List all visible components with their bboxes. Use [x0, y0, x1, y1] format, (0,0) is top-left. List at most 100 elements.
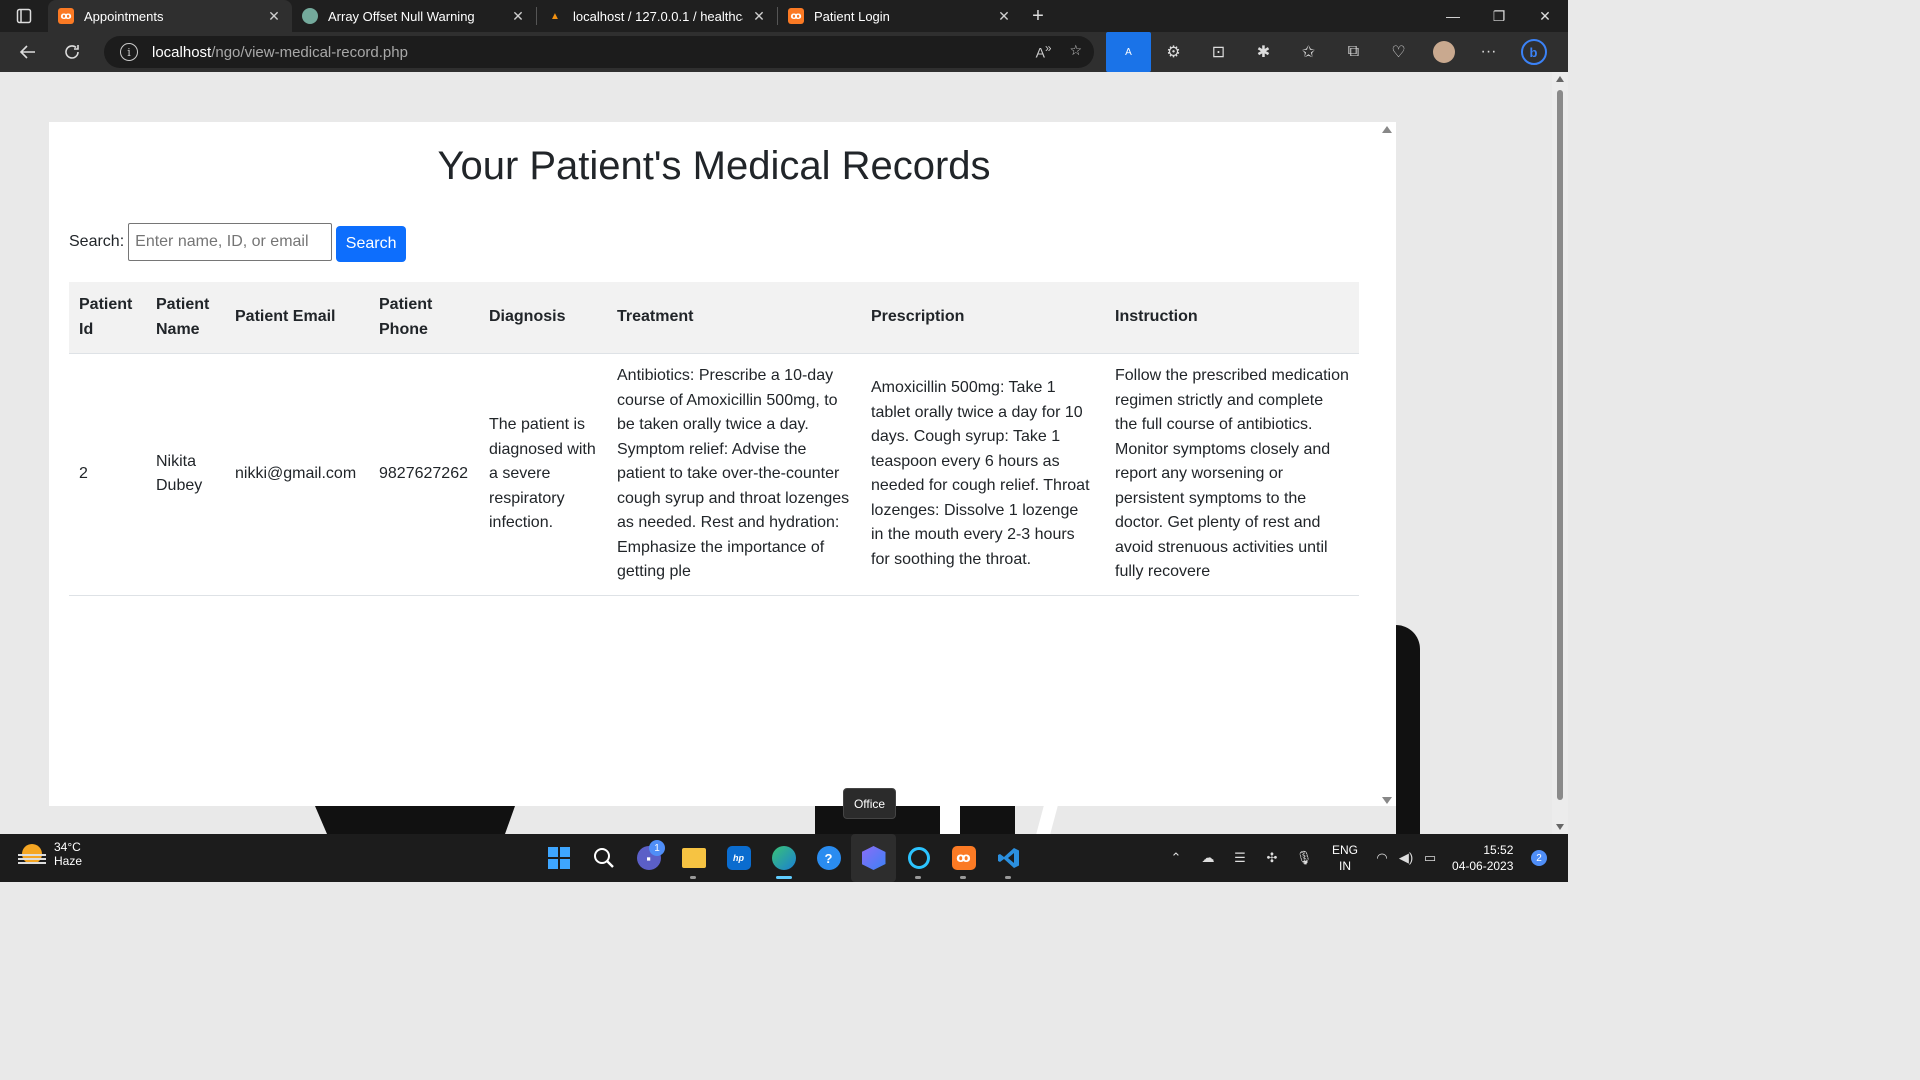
medical-records-table: Patient Id Patient Name Patient Email Pa… — [69, 282, 1359, 596]
start-button[interactable] — [536, 834, 581, 882]
card-scrollbar[interactable] — [1382, 124, 1392, 806]
read-aloud-icon[interactable]: A» — [1036, 42, 1052, 61]
vscode-button[interactable] — [986, 834, 1031, 882]
scroll-up-arrow-icon[interactable] — [1556, 76, 1564, 82]
new-tab-icon[interactable]: + — [1022, 5, 1054, 28]
back-arrow-icon[interactable] — [6, 32, 50, 72]
site-info-icon[interactable]: i — [120, 43, 138, 61]
close-tab-icon[interactable]: ✕ — [266, 8, 282, 25]
cortana-button[interactable] — [896, 834, 941, 882]
collections-icon[interactable]: ⧉ — [1331, 32, 1376, 72]
chevron-up-icon[interactable]: ⌃ — [1160, 850, 1192, 866]
browser-essentials-icon[interactable]: ♡ — [1376, 32, 1421, 72]
search-input[interactable] — [128, 223, 333, 261]
network-status-icon[interactable]: ✣ — [1256, 850, 1288, 866]
background-graphic — [315, 806, 515, 834]
office-button[interactable] — [851, 834, 896, 882]
get-help-button[interactable]: ? — [806, 834, 851, 882]
extensions-icon[interactable]: ✱ — [1241, 32, 1286, 72]
refresh-icon[interactable] — [50, 32, 94, 72]
wifi-icon[interactable]: ◠ — [1370, 850, 1394, 866]
page-scrollbar[interactable] — [1552, 72, 1568, 834]
edge-browser-button[interactable] — [761, 834, 806, 882]
minimize-icon[interactable]: — — [1430, 0, 1476, 32]
address-bar[interactable]: i localhost/ngo/view-medical-record.php … — [104, 36, 1094, 68]
cortana-icon — [907, 847, 930, 869]
browser-tab-array-offset[interactable]: Array Offset Null Warning ✕ — [292, 0, 536, 32]
cell-diagnosis: The patient is diagnosed with a severe r… — [479, 353, 607, 596]
tab-actions-icon[interactable] — [0, 0, 48, 32]
table-header-row: Patient Id Patient Name Patient Email Pa… — [69, 282, 1359, 354]
medical-records-card: Your Patient's Medical Records Search: S… — [49, 122, 1396, 806]
bing-chat-icon[interactable]: b — [1511, 32, 1556, 72]
running-indicator — [690, 876, 696, 879]
xampp-button[interactable]: ꝏ — [941, 834, 986, 882]
running-indicator — [776, 876, 792, 879]
scroll-down-arrow-icon[interactable] — [1556, 824, 1564, 830]
scrollbar-thumb[interactable] — [1557, 90, 1563, 800]
translate-icon[interactable]: A — [1106, 32, 1151, 72]
favorites-icon[interactable]: ✩ — [1286, 32, 1331, 72]
running-indicator — [915, 876, 921, 879]
column-header-patient-email: Patient Email — [225, 282, 369, 354]
windows-taskbar: 34°C Haze ▪ 1 hp ? ꝏ ⌃ ☁ ☰ ✣ 🎙 ENG IN ◠ … — [0, 834, 1568, 882]
language-indicator[interactable]: ENG IN — [1332, 842, 1358, 874]
add-favorite-icon[interactable]: ☆ — [1069, 42, 1082, 61]
cell-patient-email: nikki@gmail.com — [225, 353, 369, 596]
url-path: /ngo/view-medical-record.php — [211, 43, 408, 61]
task-icon[interactable]: ☰ — [1224, 850, 1256, 866]
search-form: Search: Search — [69, 222, 407, 262]
tab-label: localhost / 127.0.0.1 / healthcare — [573, 8, 743, 24]
cell-treatment: Antibiotics: Prescribe a 10-day course o… — [607, 353, 861, 596]
running-indicator — [960, 876, 966, 879]
language-code: ENG — [1332, 843, 1359, 857]
browser-toolbar: i localhost/ngo/view-medical-record.php … — [0, 32, 1568, 72]
chatgpt-icon — [302, 8, 318, 24]
volume-icon[interactable]: ◀) — [1394, 850, 1418, 866]
xampp-icon: ꝏ — [58, 8, 74, 24]
notification-badge[interactable]: 2 — [1531, 850, 1547, 866]
search-icon — [593, 848, 614, 868]
cell-patient-name: Nikita Dubey — [146, 353, 225, 596]
phpmyadmin-icon: ▲ — [550, 10, 560, 22]
close-tab-icon[interactable]: ✕ — [751, 8, 767, 25]
scroll-down-arrow-icon[interactable] — [1382, 797, 1392, 804]
tab-label: Appointments — [84, 8, 164, 24]
vscode-icon — [997, 848, 1019, 868]
search-label: Search: — [69, 233, 125, 250]
column-header-instruction: Instruction — [1105, 282, 1359, 354]
myhp-button[interactable]: hp — [716, 834, 761, 882]
battery-icon[interactable]: ▭ — [1418, 850, 1442, 866]
onedrive-icon[interactable]: ☁ — [1192, 850, 1224, 866]
close-tab-icon[interactable]: ✕ — [510, 8, 526, 25]
column-header-patient-name: Patient Name — [146, 282, 225, 354]
settings-more-icon[interactable]: ··· — [1466, 32, 1511, 72]
clock[interactable]: 15:52 04-06-2023 — [1452, 842, 1513, 874]
screenshot-icon[interactable]: ⊡ — [1196, 32, 1241, 72]
column-header-patient-phone: Patient Phone — [369, 282, 479, 354]
restore-icon[interactable]: ❐ — [1476, 0, 1522, 32]
browser-tab-phpmyadmin[interactable]: ▲ localhost / 127.0.0.1 / healthcare ✕ — [537, 0, 777, 32]
profile-avatar[interactable] — [1421, 32, 1466, 72]
taskbar-search-button[interactable] — [581, 834, 626, 882]
weather-description: Haze — [54, 854, 83, 868]
teams-chat-button[interactable]: ▪ 1 — [626, 834, 671, 882]
close-window-icon[interactable]: ✕ — [1522, 0, 1568, 32]
tab-label: Array Offset Null Warning — [328, 8, 475, 24]
microphone-icon[interactable]: 🎙 — [1288, 850, 1320, 866]
edge-icon — [771, 846, 796, 870]
close-tab-icon[interactable]: ✕ — [996, 8, 1012, 25]
teams-badge: 1 — [649, 840, 665, 856]
background-graphic — [940, 806, 960, 834]
clock-date: 04-06-2023 — [1452, 859, 1514, 873]
weather-temperature: 34°C — [54, 840, 81, 854]
browser-tab-appointments[interactable]: ꝏ Appointments ✕ — [48, 0, 292, 32]
taskbar-apps: ▪ 1 hp ? ꝏ — [536, 834, 1031, 882]
search-button[interactable]: Search — [336, 226, 407, 262]
file-explorer-button[interactable] — [671, 834, 716, 882]
browser-tab-patient-login[interactable]: ꝏ Patient Login ✕ — [778, 0, 1022, 32]
weather-widget[interactable]: 34°C Haze — [18, 840, 82, 868]
column-header-prescription: Prescription — [861, 282, 1105, 354]
extension-icon[interactable]: ⚙ — [1151, 32, 1196, 72]
scroll-up-arrow-icon[interactable] — [1382, 126, 1392, 133]
